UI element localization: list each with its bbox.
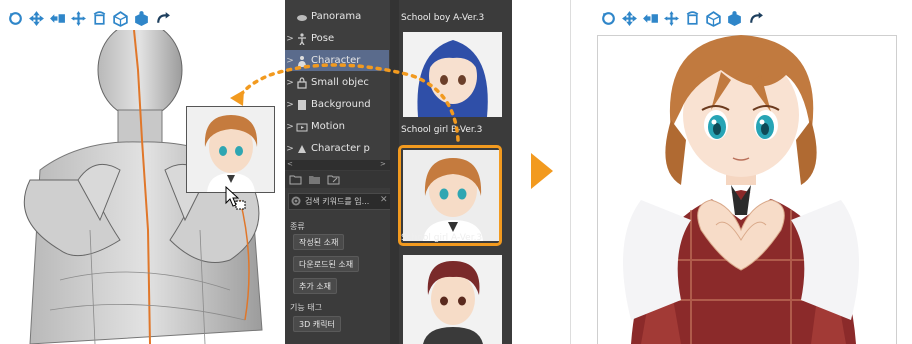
thumbnail-label: School boy A-Ver.3 xyxy=(401,13,485,23)
character-icon xyxy=(295,54,308,67)
scroll-left-icon[interactable]: < xyxy=(287,160,293,168)
search-placeholder: 검색 키워드를 입... xyxy=(305,197,370,206)
right-3d-viewport[interactable] xyxy=(570,0,912,344)
tree-item-label: Pose xyxy=(311,33,335,44)
chevron-right-icon[interactable]: > xyxy=(285,122,295,132)
tree-item-label: Panorama xyxy=(311,11,362,22)
pan-camera-icon[interactable] xyxy=(27,9,45,27)
pose-icon xyxy=(295,32,308,45)
tree-item-label: Character xyxy=(311,55,361,66)
reset-icon[interactable] xyxy=(153,9,171,27)
tree-item-label: Small objec xyxy=(311,77,369,88)
tag-additional-material[interactable]: 추가 소재 xyxy=(293,278,337,294)
folder-toolbar xyxy=(285,171,397,188)
tree-item-character[interactable]: > Character xyxy=(285,50,389,71)
thumbnail-label: School girl B-Ver.3 xyxy=(401,125,483,135)
tree-item-label: Motion xyxy=(311,121,345,132)
new-folder-icon[interactable] xyxy=(289,174,302,185)
camera-toolbar-left xyxy=(6,7,171,29)
close-icon[interactable]: ✕ xyxy=(380,195,388,205)
tree-item-small-object[interactable]: > Small objec xyxy=(285,72,389,93)
3d-character-school-girl[interactable] xyxy=(571,0,912,344)
left-3d-viewport[interactable] xyxy=(0,0,285,344)
horizontal-scrollbar[interactable]: < > xyxy=(285,160,390,170)
character-part-icon xyxy=(295,142,308,155)
move-object-icon[interactable] xyxy=(69,9,87,27)
panorama-icon xyxy=(295,10,308,23)
background-icon xyxy=(295,98,308,111)
scale-object-icon[interactable] xyxy=(111,9,129,27)
tree-item-character-part[interactable]: > Character p xyxy=(285,138,389,159)
drag-cursor-icon xyxy=(225,185,246,210)
selected-thumbnail-highlight xyxy=(398,145,502,246)
chevron-right-icon[interactable]: > xyxy=(285,144,295,154)
rotate-camera-icon[interactable] xyxy=(6,9,24,27)
tree-item-motion[interactable]: > Motion xyxy=(285,116,389,137)
scroll-right-icon[interactable]: > xyxy=(380,160,386,168)
move-camera-icon[interactable] xyxy=(48,9,66,27)
tree-item-label: Character p xyxy=(311,143,370,154)
small-object-icon xyxy=(295,76,308,89)
search-icon xyxy=(291,196,302,207)
tree-item-pose[interactable]: > Pose xyxy=(285,28,389,49)
edit-folder-icon[interactable] xyxy=(327,174,340,185)
copy-folder-icon[interactable] xyxy=(308,174,321,185)
chevron-down-icon[interactable]: > xyxy=(285,56,295,66)
chevron-right-icon[interactable]: > xyxy=(285,78,295,88)
thumbnail-school-boy[interactable] xyxy=(403,255,502,344)
thumbnail-school-girl-b[interactable] xyxy=(403,32,502,117)
chevron-right-icon[interactable]: > xyxy=(285,100,295,110)
motion-icon xyxy=(295,120,308,133)
tag-created-material[interactable]: 작성된 소재 xyxy=(293,234,345,250)
chevron-right-icon[interactable]: > xyxy=(285,34,295,44)
tree-item-panorama[interactable]: Panorama xyxy=(285,6,389,27)
search-input[interactable]: 검색 키워드를 입... xyxy=(288,193,391,210)
drag-preview-thumbnail xyxy=(186,106,275,193)
tree-item-background[interactable]: > Background xyxy=(285,94,389,115)
type-section-label: 종류 xyxy=(290,222,305,231)
tag-downloaded-material[interactable]: 다운로드된 소재 xyxy=(293,256,360,272)
rotate-object-alt-icon[interactable] xyxy=(132,9,150,27)
rotate-object-icon[interactable] xyxy=(90,9,108,27)
function-tag-section-label: 기능 태그 xyxy=(290,303,322,312)
tree-item-label: Background xyxy=(311,99,371,110)
material-tree: Panorama > Pose > Character > Small obje… xyxy=(285,0,390,170)
tag-3d-character[interactable]: 3D 캐릭터 xyxy=(293,316,341,332)
arrow-right-icon xyxy=(531,153,553,189)
